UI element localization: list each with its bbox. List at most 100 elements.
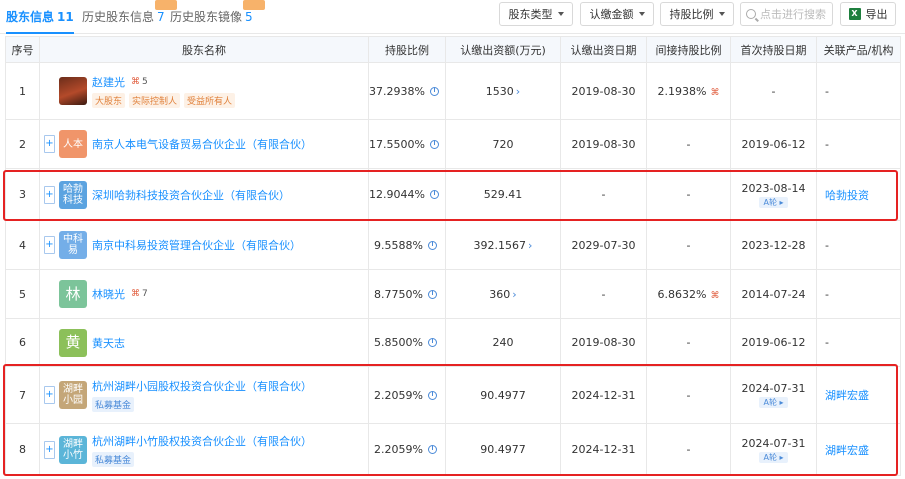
ratio-cell: 12.9044% [368, 168, 446, 221]
ratio-value: 8.7750% [374, 287, 423, 301]
expand-icon[interactable]: + [44, 440, 55, 459]
equity-chain-icon[interactable]: ⌘ [710, 88, 719, 98]
chevron-right-icon[interactable]: › [512, 288, 516, 301]
col-date[interactable]: 认缴出资日期 [560, 36, 647, 63]
tab-shareholder-info[interactable]: 股东信息 11 [6, 8, 74, 34]
tag: 私募基金 [92, 451, 135, 467]
relation-icon[interactable]: ⌘ [131, 289, 140, 299]
pie-chart-icon[interactable] [429, 86, 439, 96]
pie-chart-icon[interactable] [428, 240, 437, 250]
pie-chart-icon[interactable] [428, 445, 437, 454]
indirect-cell: - [646, 220, 731, 270]
shareholder-name-link[interactable]: 赵建光 [92, 74, 125, 90]
pie-chart-icon[interactable] [428, 338, 437, 347]
pie-chart-icon[interactable] [429, 139, 439, 149]
chevron-right-icon[interactable]: › [528, 239, 532, 252]
shareholder-name-link[interactable]: 南京中科易投资管理合伙企业（有限合伙） [92, 237, 301, 253]
indirect-cell: 6.8632% ⌘ [646, 269, 731, 319]
table-row: 7 + 湖畔 小园 杭州湖畔小园股权投资合伙企业（有限合伙） 私募基金 2.2059% 90.… [5, 366, 901, 424]
name-cell: + 哈勃 科技 深圳哈勃科技投资合伙企业（有限合伙） [39, 168, 369, 221]
row-index: 7 [5, 366, 40, 424]
indirect-value: 6.8632% [657, 287, 707, 301]
company-logo[interactable]: 林 [59, 280, 87, 308]
col-name: 股东名称 [39, 36, 369, 63]
round-label: A轮 [763, 452, 777, 462]
ratio-cell: 17.5500% [368, 119, 446, 169]
round-badge[interactable]: A轮 ▸ [759, 451, 788, 463]
amount-value: 240 [492, 336, 514, 349]
table-row: 1 赵建光 ⌘ 5 大股东 实际控制人 受益所有人 37.2938% 1530 › 2019-08-… [5, 62, 901, 120]
col-indirect[interactable]: 间接持股比例 [646, 36, 731, 63]
amount-dropdown[interactable]: 认缴金额 [580, 2, 654, 26]
company-logo[interactable]: 中科易 [59, 231, 87, 259]
date-cell: 2019-08-30 [560, 119, 647, 169]
equity-chain-icon[interactable]: ⌘ [710, 291, 719, 301]
pie-chart-icon[interactable] [428, 390, 437, 400]
first-date-cell: 2024-07-31 A轮 ▸ [730, 366, 817, 424]
avatar[interactable] [59, 77, 87, 105]
name-cell: + 中科易南京中科易投资管理合伙企业（有限合伙） [39, 220, 369, 270]
first-date: - [771, 84, 776, 98]
shareholder-name-link[interactable]: 深圳哈勃科技投资合伙企业（有限合伙） [92, 187, 290, 203]
company-logo[interactable]: 湖畔 小园 [59, 381, 87, 409]
expand-icon[interactable]: + [44, 135, 55, 153]
expand-icon[interactable]: + [44, 185, 55, 204]
company-logo[interactable]: 人本 [59, 130, 87, 158]
pie-chart-icon[interactable] [429, 190, 439, 199]
assoc-link[interactable]: 湖畔宏盛 [825, 444, 869, 457]
round-badge[interactable]: A轮 ▸ [759, 397, 788, 408]
company-logo[interactable]: 湖畔 小竹 [59, 435, 87, 464]
relation-icon[interactable]: ⌘ [131, 77, 140, 87]
expand-icon[interactable]: + [44, 236, 55, 254]
amount-value: 360 [489, 287, 511, 301]
tag: 大股东 [92, 93, 126, 108]
relation-count: 7 [142, 289, 148, 299]
ratio-cell: 2.2059% [368, 423, 446, 476]
name-cell: + 湖畔 小园 杭州湖畔小园股权投资合伙企业（有限合伙） 私募基金 [39, 366, 369, 424]
assoc-link: - [825, 336, 829, 349]
shareholder-name-link[interactable]: 黄天志 [92, 335, 125, 351]
company-logo[interactable]: 黄 [59, 328, 87, 357]
ratio-value: 2.2059% [374, 388, 423, 402]
shareholder-name-link[interactable]: 南京人本电气设备贸易合伙企业（有限合伙） [92, 136, 312, 152]
shareholder-type-dropdown[interactable]: 股东类型 [499, 2, 573, 26]
assoc-link[interactable]: 湖畔宏盛 [825, 389, 869, 402]
assoc-cell: - [816, 269, 901, 319]
company-logo[interactable]: 哈勃 科技 [59, 180, 87, 209]
ratio-value: 5.8500% [374, 336, 423, 349]
tag-list: 私募基金 [92, 397, 312, 412]
indirect-cell: - [646, 119, 731, 169]
tab-label: 股东信息 [6, 10, 55, 24]
tab-history-mirror[interactable]: 历史股东镜像 5 [170, 0, 265, 25]
ratio-value: 2.2059% [374, 443, 423, 456]
col-amount[interactable]: 认缴出资额(万元) [445, 36, 561, 63]
tag-list: 大股东 实际控制人 受益所有人 [92, 93, 239, 108]
round-badge[interactable]: A轮 ▸ [759, 196, 788, 208]
first-date: 2023-12-28 [741, 238, 806, 252]
ratio-dropdown[interactable]: 持股比例 [660, 2, 734, 26]
row-index: 2 [5, 119, 40, 169]
tag: 受益所有人 [184, 93, 236, 108]
col-ratio[interactable]: 持股比例 [368, 36, 446, 63]
export-button[interactable]: X 导出 [840, 2, 896, 26]
round-label: A轮 [763, 197, 777, 207]
date-cell: 2019-08-30 [560, 62, 647, 120]
assoc-link[interactable]: 哈勃投资 [825, 189, 869, 202]
name-cell: + 人本 南京人本电气设备贸易合伙企业（有限合伙） [39, 119, 369, 169]
search-input[interactable]: 点击进行搜索 [740, 2, 833, 26]
shareholder-name-link[interactable]: 杭州湖畔小竹股权投资合伙企业（有限合伙） [92, 433, 312, 449]
chevron-right-icon[interactable]: › [516, 85, 520, 98]
tab-count: 7 [157, 10, 165, 24]
first-date: 2024-07-31 [741, 382, 806, 395]
date-cell: 2029-07-30 [560, 220, 647, 270]
indirect-cell: - [646, 423, 731, 476]
tab-history-shareholder[interactable]: 历史股东信息 7 [82, 0, 177, 25]
expand-icon[interactable]: + [44, 386, 55, 404]
indirect-value: - [686, 336, 691, 349]
pie-chart-icon[interactable] [428, 289, 437, 299]
shareholder-name-link[interactable]: 杭州湖畔小园股权投资合伙企业（有限合伙） [92, 378, 312, 394]
indirect-value: - [686, 238, 691, 252]
ratio-value: 12.9044% [369, 188, 425, 201]
shareholder-name-link[interactable]: 林晓光 [92, 286, 125, 302]
col-first-date[interactable]: 首次持股日期 [730, 36, 817, 63]
